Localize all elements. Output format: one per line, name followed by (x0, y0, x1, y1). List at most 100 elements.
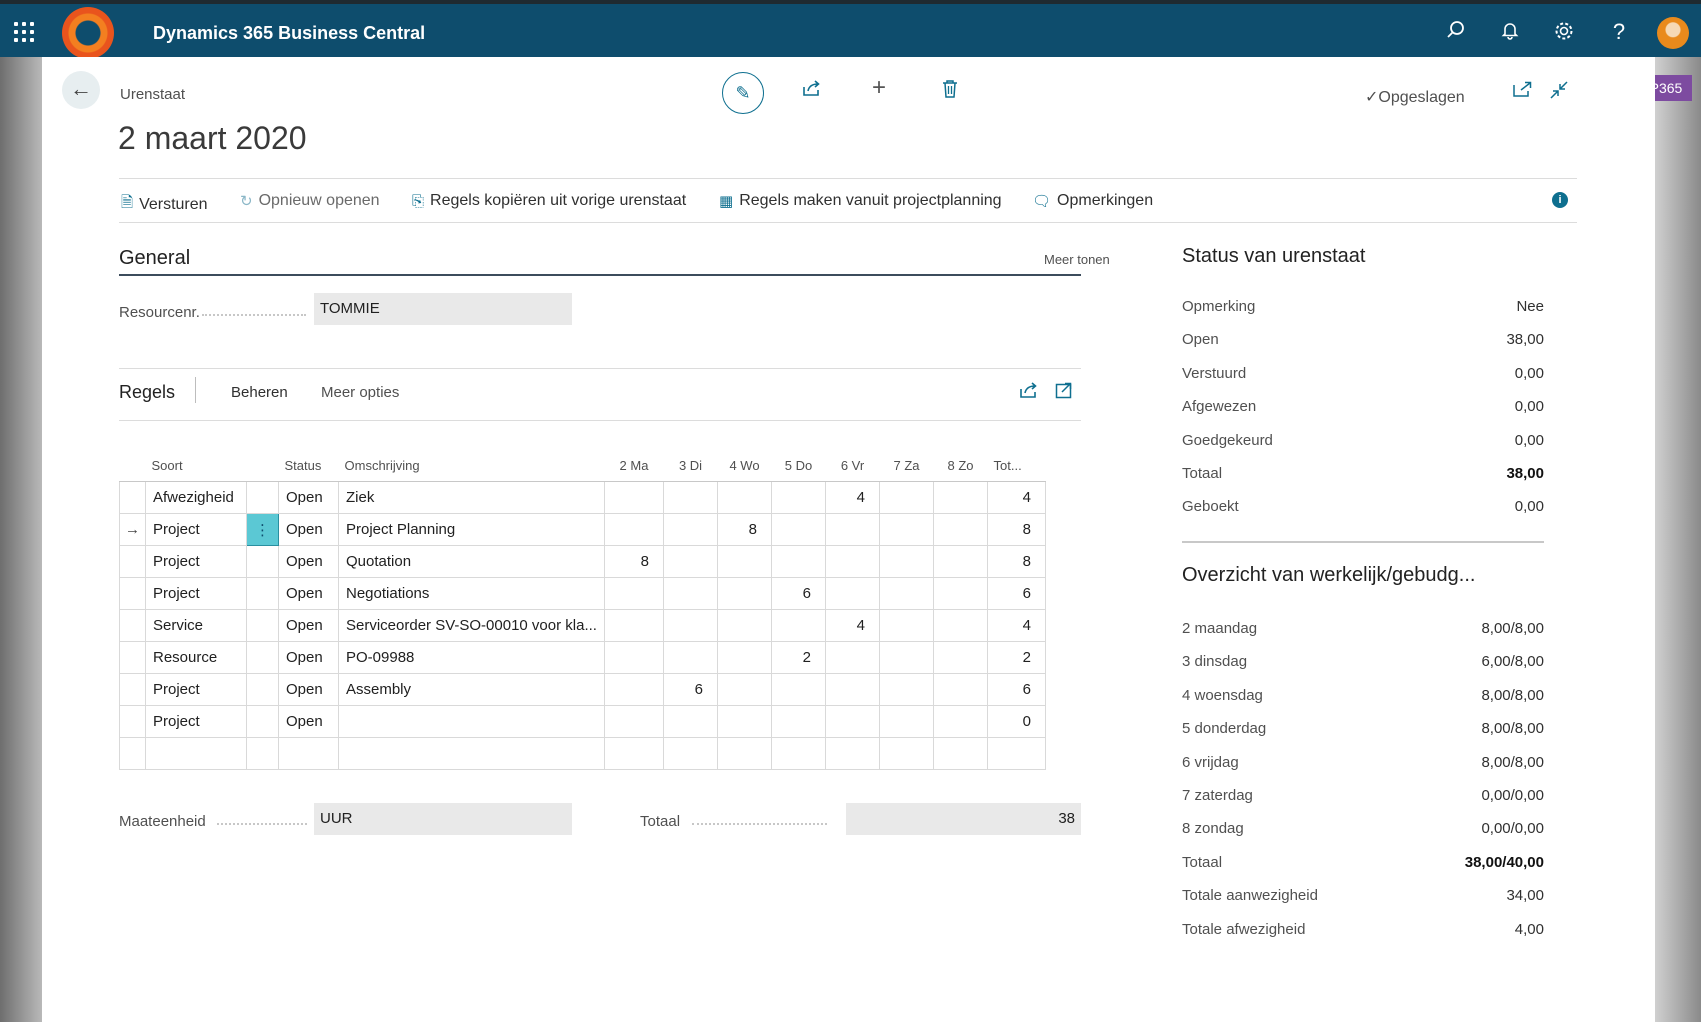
cell-status[interactable]: Open (278, 705, 339, 738)
cell-day-hours[interactable] (825, 673, 880, 706)
cell-day-hours[interactable] (717, 737, 772, 770)
cell-day-hours[interactable]: 8 (717, 513, 772, 546)
cell-day-hours[interactable] (604, 641, 664, 674)
resource-field[interactable]: TOMMIE (314, 293, 572, 325)
back-arrow-icon[interactable]: ← (62, 71, 100, 109)
expand-lines-icon[interactable] (1055, 381, 1073, 405)
status-value[interactable]: 38,00 (1506, 465, 1544, 482)
cell-day-hours[interactable] (771, 705, 826, 738)
cell-day-hours[interactable] (825, 513, 880, 546)
header-day-2[interactable]: 3 Di (663, 449, 718, 482)
table-row[interactable]: Project Open Negotiations 6 6 (119, 577, 1046, 610)
header-day-1[interactable]: 2 Ma (604, 449, 664, 482)
cell-day-hours[interactable]: 6 (663, 673, 718, 706)
status-value[interactable]: 0,00 (1515, 365, 1544, 382)
header-total[interactable]: Tot... (987, 449, 1046, 482)
cell-type[interactable]: Project (145, 513, 247, 546)
cell-type[interactable]: Resource (145, 641, 247, 674)
cell-day-hours[interactable] (933, 513, 988, 546)
cell-day-hours[interactable] (604, 577, 664, 610)
search-icon[interactable] (1444, 20, 1468, 44)
cell-day-hours[interactable] (825, 705, 880, 738)
cell-day-hours[interactable] (604, 481, 664, 514)
cell-day-hours[interactable] (933, 609, 988, 642)
action-copy-lines[interactable]: ⎘ Regels kopiëren uit vorige urenstaat (412, 192, 686, 210)
app-launcher-icon[interactable] (14, 22, 34, 42)
cell-description[interactable]: Ziek (338, 481, 605, 514)
cell-day-hours[interactable] (933, 737, 988, 770)
cell-day-hours[interactable] (879, 705, 934, 738)
bell-icon[interactable] (1498, 20, 1522, 44)
row-actions-menu-icon[interactable]: ⋮ (246, 513, 279, 546)
cell-day-hours[interactable] (717, 673, 772, 706)
table-row[interactable]: → Project ⋮ Open Project Planning 8 8 (119, 513, 1046, 546)
cell-day-hours[interactable] (825, 577, 880, 610)
cell-day-hours[interactable] (663, 705, 718, 738)
cell-description[interactable] (338, 737, 605, 770)
cell-day-hours[interactable]: 8 (604, 545, 664, 578)
overview-value[interactable]: 0,00/0,00 (1481, 820, 1544, 837)
table-row[interactable] (119, 737, 1046, 770)
header-description[interactable]: Omschrijving (338, 449, 605, 482)
cell-type[interactable]: Afwezigheid (145, 481, 247, 514)
cell-day-hours[interactable]: 4 (825, 609, 880, 642)
status-value[interactable]: 0,00 (1515, 398, 1544, 415)
table-row[interactable]: Project Open Quotation 8 8 (119, 545, 1046, 578)
cell-day-hours[interactable] (879, 673, 934, 706)
cell-type[interactable]: Project (145, 577, 247, 610)
cell-day-hours[interactable] (771, 737, 826, 770)
cell-day-hours[interactable] (933, 577, 988, 610)
cell-day-hours[interactable] (717, 481, 772, 514)
info-icon[interactable]: i (1552, 192, 1568, 208)
cell-status[interactable]: Open (278, 545, 339, 578)
overview-value[interactable]: 8,00/8,00 (1481, 620, 1544, 637)
table-row[interactable]: Service Open Serviceorder SV-SO-00010 voor… (119, 609, 1046, 642)
row-selector[interactable] (119, 545, 146, 578)
new-plus-icon[interactable]: + (872, 74, 886, 102)
avatar[interactable] (1657, 17, 1689, 49)
row-selector[interactable]: → (119, 513, 146, 546)
cell-description[interactable] (338, 705, 605, 738)
collapse-icon[interactable] (1549, 80, 1569, 106)
header-type[interactable]: Soort (145, 449, 247, 482)
cell-day-hours[interactable] (933, 705, 988, 738)
row-selector[interactable] (119, 609, 146, 642)
delete-trash-icon[interactable] (942, 79, 958, 104)
overview-value[interactable]: 0,00/0,00 (1481, 787, 1544, 804)
show-more-link[interactable]: Meer tonen (1044, 252, 1110, 267)
cell-type[interactable] (145, 737, 247, 770)
cell-day-hours[interactable] (663, 641, 718, 674)
cell-status[interactable]: Open (278, 641, 339, 674)
header-day-4[interactable]: 5 Do (771, 449, 826, 482)
header-day-6[interactable]: 7 Za (879, 449, 934, 482)
cell-day-hours[interactable] (604, 737, 664, 770)
gear-icon[interactable] (1552, 20, 1576, 44)
cell-status[interactable]: Open (278, 673, 339, 706)
cell-description[interactable]: Quotation (338, 545, 605, 578)
cell-day-hours[interactable] (717, 545, 772, 578)
cell-day-hours[interactable] (879, 545, 934, 578)
cell-day-hours[interactable] (663, 481, 718, 514)
cell-status[interactable]: Open (278, 609, 339, 642)
share-lines-icon[interactable] (1019, 381, 1039, 405)
cell-day-hours[interactable] (771, 545, 826, 578)
table-row[interactable]: Project Open 0 (119, 705, 1046, 738)
cell-day-hours[interactable] (771, 513, 826, 546)
overview-value[interactable]: 8,00/8,00 (1481, 754, 1544, 771)
cell-day-hours[interactable] (717, 705, 772, 738)
uom-field[interactable]: UUR (314, 803, 572, 835)
help-icon[interactable]: ? (1607, 20, 1631, 44)
status-value[interactable]: 38,00 (1506, 331, 1544, 348)
cell-description[interactable]: Serviceorder SV-SO-00010 voor kla... (338, 609, 605, 642)
cell-day-hours[interactable]: 2 (771, 641, 826, 674)
overview-value[interactable]: 34,00 (1506, 887, 1544, 904)
cell-day-hours[interactable]: 4 (825, 481, 880, 514)
cell-description[interactable]: Assembly (338, 673, 605, 706)
cell-day-hours[interactable] (879, 737, 934, 770)
row-selector[interactable] (119, 481, 146, 514)
cell-day-hours[interactable]: 6 (771, 577, 826, 610)
cell-day-hours[interactable] (663, 737, 718, 770)
cell-day-hours[interactable] (825, 545, 880, 578)
cell-day-hours[interactable] (933, 481, 988, 514)
action-create-from-planning[interactable]: ▦ Regels maken vanuit projectplanning (719, 192, 1002, 210)
